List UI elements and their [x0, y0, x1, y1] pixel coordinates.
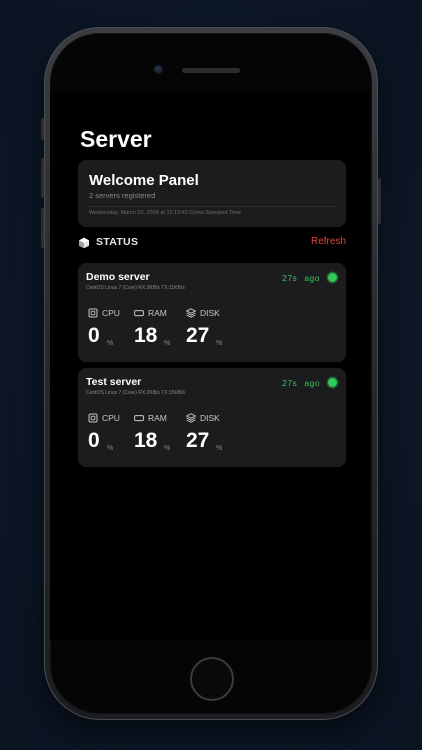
cpu-label: CPU: [102, 308, 120, 318]
cpu-value: 0: [88, 429, 100, 452]
volume-up-button: [41, 158, 44, 198]
server-card-test[interactable]: Test server CentOS Linux 7 (Core) RX:2KB…: [78, 368, 346, 467]
cpu-chip-icon: [88, 413, 98, 423]
home-button[interactable]: [190, 657, 234, 701]
server-name: Test server: [86, 376, 142, 388]
ram-label: RAM: [148, 413, 167, 423]
cube-icon: [79, 237, 89, 249]
cpu-chip-icon: [88, 308, 98, 318]
status-header: STATUS Refresh: [78, 236, 346, 250]
page-title: Server: [80, 126, 152, 152]
refresh-button[interactable]: Refresh: [311, 236, 346, 247]
ram-label: RAM: [148, 308, 167, 318]
layers-icon: [186, 413, 196, 423]
server-card-demo[interactable]: Demo server CentOS Linux 7 (Core) RX:2KB…: [78, 263, 346, 362]
welcome-card: Welcome Panel 2 servers registered Wedne…: [78, 160, 346, 227]
disk-label: DISK: [200, 413, 220, 423]
earpiece-speaker: [182, 68, 240, 73]
online-status-dot: [328, 273, 337, 282]
disk-unit: %: [216, 445, 223, 452]
welcome-date: Wednesday, March 20, 2024 at 12:13:42 Ch…: [89, 210, 242, 216]
server-name: Demo server: [86, 271, 150, 283]
online-status-dot: [328, 378, 337, 387]
disk-label: DISK: [200, 308, 220, 318]
front-camera: [154, 65, 163, 74]
mute-switch: [41, 118, 44, 140]
divider: [88, 206, 336, 207]
welcome-title: Welcome Panel: [89, 172, 199, 189]
last-update-ago: ago: [304, 378, 320, 388]
ram-value: 18: [134, 324, 158, 347]
memory-icon: [134, 310, 144, 317]
cpu-value: 0: [88, 324, 100, 347]
server-meta: CentOS Linux 7 (Core) RX:2KB/s TX:11KB/s: [86, 285, 185, 291]
status-label: STATUS: [96, 236, 139, 248]
ram-unit: %: [164, 340, 171, 347]
disk-value: 27: [186, 324, 210, 347]
last-update: 27s ago: [282, 273, 320, 283]
cpu-unit: %: [107, 445, 114, 452]
server-meta: CentOS Linux 7 (Core) RX:2KB/s TX:15KB/s: [86, 390, 186, 396]
layers-icon: [186, 308, 196, 318]
welcome-subtitle: 2 servers registered: [89, 191, 156, 200]
last-update-ago: ago: [304, 273, 320, 283]
cpu-unit: %: [107, 340, 114, 347]
screen: Server Welcome Panel 2 servers registere…: [50, 92, 370, 640]
last-update: 27s ago: [282, 378, 320, 388]
ram-unit: %: [164, 445, 171, 452]
ram-value: 18: [134, 429, 158, 452]
cpu-label: CPU: [102, 413, 120, 423]
disk-value: 27: [186, 429, 210, 452]
last-update-time: 27s: [282, 273, 298, 283]
power-button: [378, 178, 381, 224]
memory-icon: [134, 415, 144, 422]
disk-unit: %: [216, 340, 223, 347]
last-update-time: 27s: [282, 378, 298, 388]
volume-down-button: [41, 208, 44, 248]
